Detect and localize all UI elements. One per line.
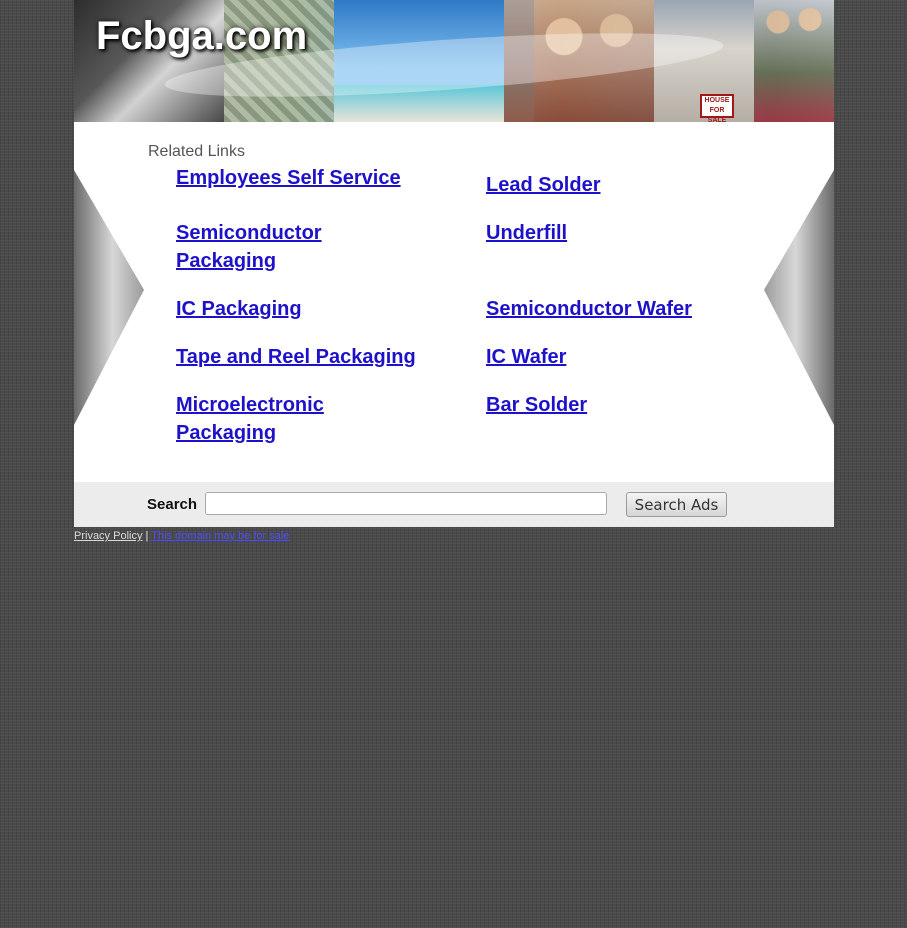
privacy-policy-link[interactable]: Privacy Policy — [74, 530, 142, 542]
related-link[interactable]: IC Packaging — [176, 295, 302, 323]
search-input[interactable] — [205, 492, 607, 515]
search-label: Search — [147, 496, 198, 513]
related-link[interactable]: Tape and Reel Packaging — [176, 343, 416, 371]
related-link[interactable]: Microelectronic Packaging — [176, 391, 346, 447]
header-banner: HOUSE FOR SALE Fcbga.com — [74, 0, 834, 122]
footer-separator: | — [145, 530, 149, 542]
related-link[interactable]: IC Wafer — [486, 343, 566, 371]
related-link[interactable]: Semiconductor Packaging — [176, 219, 346, 275]
related-link[interactable]: Underfill — [486, 219, 567, 247]
footer: Privacy Policy | This domain may be for … — [74, 527, 834, 548]
left-arrow-decoration — [74, 170, 144, 425]
related-link[interactable]: Bar Solder — [486, 391, 587, 419]
search-bar: Search Search Ads — [74, 482, 834, 527]
related-link[interactable]: Lead Solder — [486, 171, 600, 199]
right-arrow-decoration — [764, 170, 834, 425]
for-sale-sign: HOUSE FOR SALE — [700, 94, 734, 122]
related-links-heading: Related Links — [148, 143, 245, 160]
related-link[interactable]: Semiconductor Wafer — [486, 295, 692, 323]
related-links-panel: Related Links Employees Self Service Lea… — [74, 122, 834, 482]
domain-for-sale-link[interactable]: This domain may be for sale — [151, 530, 289, 542]
related-link[interactable]: Employees Self Service — [176, 164, 401, 192]
couple-photo — [754, 0, 834, 122]
search-ads-button[interactable]: Search Ads — [626, 492, 727, 517]
page-container: HOUSE FOR SALE Fcbga.com Related Links E… — [74, 0, 834, 548]
site-title: Fcbga.com — [96, 14, 308, 58]
